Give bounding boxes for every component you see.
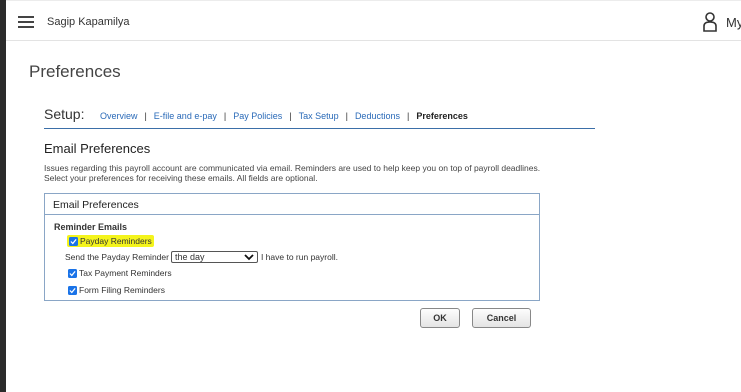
cancel-button[interactable]: Cancel — [472, 308, 531, 328]
panel-title: Email Preferences — [45, 194, 539, 215]
tax-payment-label: Tax Payment Reminders — [79, 268, 172, 278]
description-line-2: Select your preferences for receiving th… — [44, 173, 318, 183]
nav-separator: | — [144, 111, 147, 121]
top-bar: Sagip Kapamilya My — [6, 0, 741, 41]
user-icon[interactable] — [703, 12, 717, 32]
reminder-emails-title: Reminder Emails — [54, 222, 128, 232]
form-filing-checkbox[interactable] — [68, 285, 77, 295]
setup-nav: Setup: Overview | E-file and e-pay | Pay Pol… — [44, 106, 595, 129]
form-filing-label: Form Filing Reminders — [79, 285, 165, 295]
nav-separator: | — [289, 111, 292, 121]
payday-reminders-label: Payday Reminders — [80, 236, 152, 246]
form-filing-row: Form Filing Reminders — [68, 285, 165, 295]
page-title: Preferences — [29, 62, 121, 81]
section-title: Email Preferences — [44, 141, 151, 156]
ok-button[interactable]: OK — [420, 308, 460, 328]
send-suffix-text: I have to run payroll. — [260, 252, 338, 262]
email-preferences-panel: Email Preferences Reminder Emails Payday… — [44, 193, 540, 301]
tax-payment-checkbox[interactable] — [68, 268, 77, 278]
left-edge-bar — [0, 0, 6, 392]
company-name: Sagip Kapamilya — [47, 16, 130, 28]
section-description: Issues regarding this payroll account ar… — [44, 163, 604, 183]
menu-icon[interactable] — [18, 16, 34, 28]
nav-separator: | — [345, 111, 348, 121]
chevron-down-icon — [244, 254, 254, 261]
reminder-timing-value: the day — [174, 252, 205, 262]
reminder-timing-select[interactable]: the day — [170, 251, 258, 263]
send-reminder-row: Send the Payday Reminder the day I have … — [65, 251, 338, 263]
nav-tax-setup[interactable]: Tax Setup — [299, 111, 339, 121]
nav-deductions[interactable]: Deductions — [355, 111, 400, 121]
payday-highlight: Payday Reminders — [67, 235, 154, 247]
nav-efile-epay[interactable]: E-file and e-pay — [154, 111, 217, 121]
setup-label: Setup: — [44, 106, 85, 122]
user-menu-label[interactable]: My — [726, 15, 741, 30]
description-line-1: Issues regarding this payroll account ar… — [44, 163, 541, 173]
nav-overview[interactable]: Overview — [100, 111, 138, 121]
tax-payment-row: Tax Payment Reminders — [68, 268, 172, 278]
payday-reminders-row: Payday Reminders — [67, 235, 154, 247]
nav-pay-policies[interactable]: Pay Policies — [233, 111, 282, 121]
nav-separator: | — [406, 111, 410, 121]
nav-preferences-current: Preferences — [416, 111, 468, 121]
send-prefix-text: Send the Payday Reminder — [65, 252, 169, 262]
payday-reminders-checkbox[interactable] — [69, 236, 78, 246]
nav-separator: | — [223, 111, 227, 121]
